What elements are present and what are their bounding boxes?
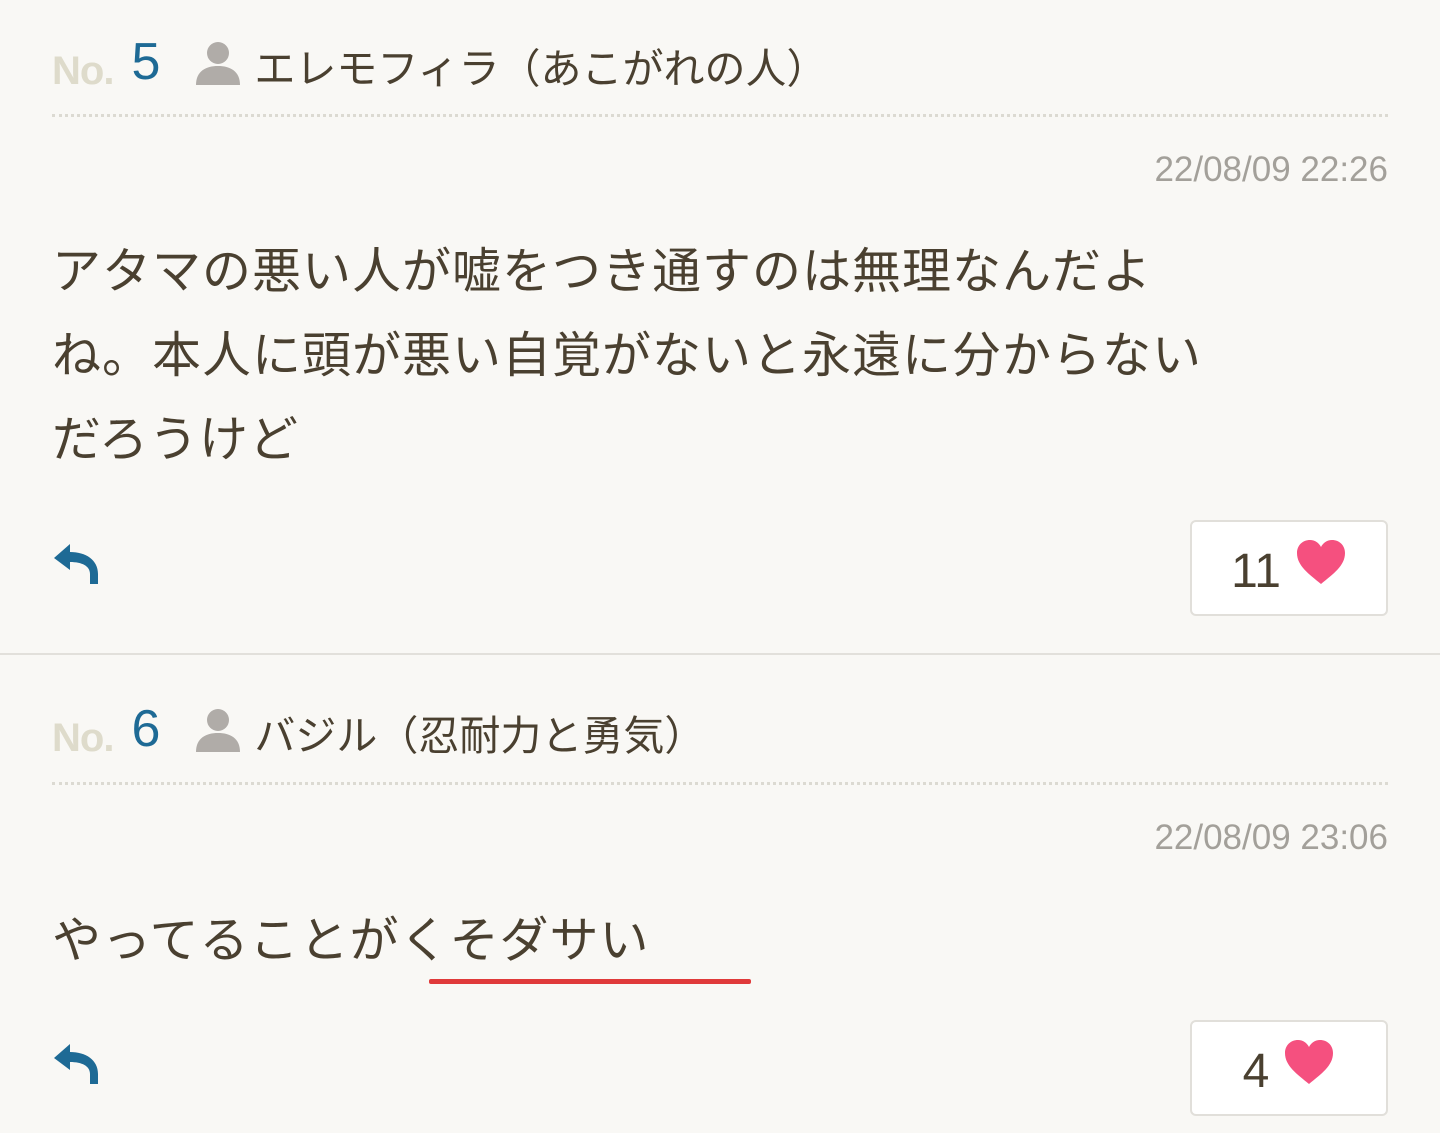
text-underline-mark [429,979,751,984]
heart-icon [1285,1040,1334,1084]
like-count: 4 [1242,1044,1270,1098]
comment-timestamp: 22/08/09 23:06 [1154,818,1388,857]
comment-header: No. 5 エレモフィラ（あこがれの人） [52,30,1388,100]
comment-body: やってることがくそダサい [52,899,1392,983]
reply-icon[interactable] [50,1040,104,1088]
user-name: バジル（忍耐力と勇気） [254,712,706,760]
like-count: 11 [1231,544,1281,598]
user-icon [196,709,241,752]
comment-body-line: やってることがくそダサい [52,912,650,969]
comment-item: No. 5 エレモフィラ（あこがれの人） 22/08/09 22:26 アタマの… [0,0,1440,653]
comment-number[interactable]: 5 [131,32,160,92]
comment-no-label: No. [52,48,114,93]
comment-body-line: ね。本人に頭が悪い自覚がないと永遠に分からない [52,327,1203,384]
comment-header: No. 6 バジル（忍耐力と勇気） [52,697,1388,767]
comment-body-line: アタマの悪い人が嘘をつき通すのは無理なんだよ [52,243,1153,300]
header-divider [52,114,1388,117]
comment-body: アタマの悪い人が嘘をつき通すのは無理なんだよ ね。本人に頭が悪い自覚がないと永遠… [52,230,1392,482]
comment-number[interactable]: 6 [131,699,160,759]
user-name: エレモフィラ（あこがれの人） [254,45,828,93]
comment-item: No. 6 バジル（忍耐力と勇気） 22/08/09 23:06 やってることが… [0,655,1440,1133]
comment-no-label: No. [52,715,114,760]
user-icon [196,42,241,85]
comment-timestamp: 22/08/09 22:26 [1154,150,1388,189]
like-button[interactable]: 4 [1190,1020,1388,1116]
header-divider [52,782,1388,785]
heart-icon [1296,540,1345,584]
reply-icon[interactable] [50,540,104,588]
comment-body-line: だろうけど [52,411,300,468]
like-button[interactable]: 11 [1190,520,1388,616]
